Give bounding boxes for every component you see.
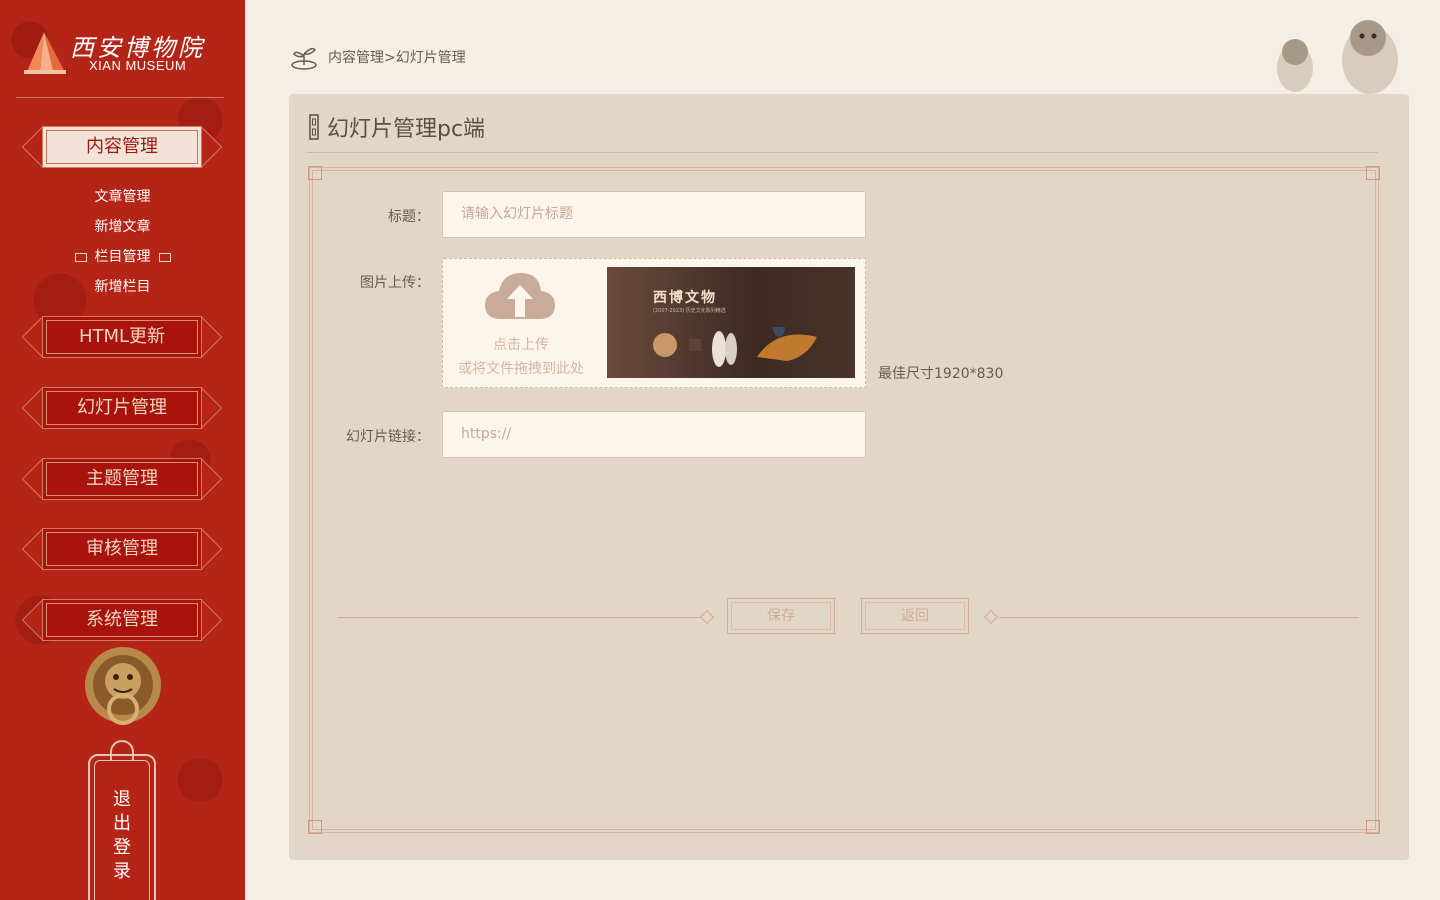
submenu-item-columns[interactable]: 栏目管理 [0, 246, 245, 276]
breadcrumb-text: 内容管理>幻灯片管理 [328, 50, 466, 66]
back-button[interactable]: 返回 [861, 598, 969, 634]
sidebar-section-label: 主题管理 [86, 468, 158, 489]
title-input[interactable]: 请输入幻灯片标题 [442, 191, 866, 238]
sidebar: 西安博物院 XIAN MUSEUM 内容管理 文章管理 新增文章 栏目管理 新增… [0, 0, 245, 900]
title-label: 标题： [388, 209, 430, 225]
image-upload-label: 图片上传： [360, 275, 430, 291]
diamond-ornament-icon [983, 609, 999, 625]
sidebar-section-label: 内容管理 [86, 136, 158, 157]
main-panel: 幻灯片管理pc端 标题： 请输入幻灯片标题 图片上传： 点击上传 或将文件拖拽到… [289, 94, 1409, 860]
sidebar-section-review[interactable]: 审核管理 [21, 527, 223, 571]
title-ornament-icon [309, 114, 319, 140]
content-submenu: 文章管理 新增文章 栏目管理 新增栏目 [0, 186, 245, 306]
page-title: 幻灯片管理pc端 [309, 110, 485, 144]
logout-char: 登 [113, 837, 131, 858]
sidebar-section-label: HTML更新 [78, 326, 166, 347]
link-label: 幻灯片链接： [346, 429, 430, 445]
preview-artifacts-image [653, 327, 817, 367]
uploaded-image-preview[interactable]: 西博文物 (2007-2023) 历史文化陈列精选 [607, 267, 855, 378]
corner-ornament-icon [1366, 166, 1380, 180]
logout-label: 退 出 登 录 [88, 788, 156, 884]
image-upload-dropzone[interactable]: 点击上传 或将文件拖拽到此处 西博文物 (2007-2023) 历史文化陈列精选 [442, 258, 866, 388]
logout-button[interactable]: 退 出 登 录 [88, 740, 156, 900]
logout-char: 出 [113, 813, 131, 834]
sidebar-section-content[interactable]: 内容管理 [21, 125, 223, 169]
pagoda-logo-icon [24, 32, 66, 74]
museum-logo[interactable]: 西安博物院 XIAN MUSEUM [22, 28, 222, 78]
submenu-item-new-article[interactable]: 新增文章 [0, 216, 245, 246]
sidebar-section-themes[interactable]: 主题管理 [21, 457, 223, 501]
corner-ornament-icon [1366, 820, 1380, 834]
image-size-hint: 最佳尺寸1920*830 [878, 366, 1004, 382]
save-button[interactable]: 保存 [727, 598, 835, 634]
breadcrumb: 内容管理>幻灯片管理 [290, 44, 466, 70]
preview-title: 西博文物 [653, 290, 717, 306]
title-divider [307, 152, 1378, 153]
sidebar-divider [16, 97, 224, 98]
sidebar-section-slides[interactable]: 幻灯片管理 [21, 386, 223, 430]
sprout-icon [291, 47, 317, 70]
door-knocker-icon [85, 647, 161, 725]
sidebar-section-label: 系统管理 [86, 609, 158, 630]
logout-char: 录 [113, 861, 131, 882]
action-divider-right [999, 617, 1359, 618]
preview-subtitle: (2007-2023) 历史文化陈列精选 [653, 308, 726, 314]
submenu-item-articles[interactable]: 文章管理 [0, 186, 245, 216]
stone-lions-icon [1277, 20, 1398, 94]
upload-hint: 点击上传 或将文件拖拽到此处 [458, 337, 584, 377]
form-frame: 标题： 请输入幻灯片标题 图片上传： 点击上传 或将文件拖拽到此处 西博文物 (… [308, 166, 1380, 834]
action-divider-left [338, 617, 702, 618]
sidebar-section-system[interactable]: 系统管理 [21, 598, 223, 642]
logout-char: 退 [113, 789, 131, 810]
active-marker-icon [74, 252, 87, 262]
submenu-item-new-column[interactable]: 新增栏目 [0, 276, 245, 306]
corner-ornament-icon [308, 166, 322, 180]
active-marker-icon [158, 252, 171, 262]
cloud-upload-icon [485, 273, 555, 319]
link-input[interactable]: https:// [442, 411, 866, 458]
sidebar-section-label: 审核管理 [86, 538, 158, 559]
logo-english-name: XIAN MUSEUM [89, 58, 187, 73]
diamond-ornament-icon [699, 609, 715, 625]
sidebar-section-html-update[interactable]: HTML更新 [21, 315, 223, 359]
sidebar-section-label: 幻灯片管理 [77, 397, 167, 418]
corner-ornament-icon [308, 820, 322, 834]
